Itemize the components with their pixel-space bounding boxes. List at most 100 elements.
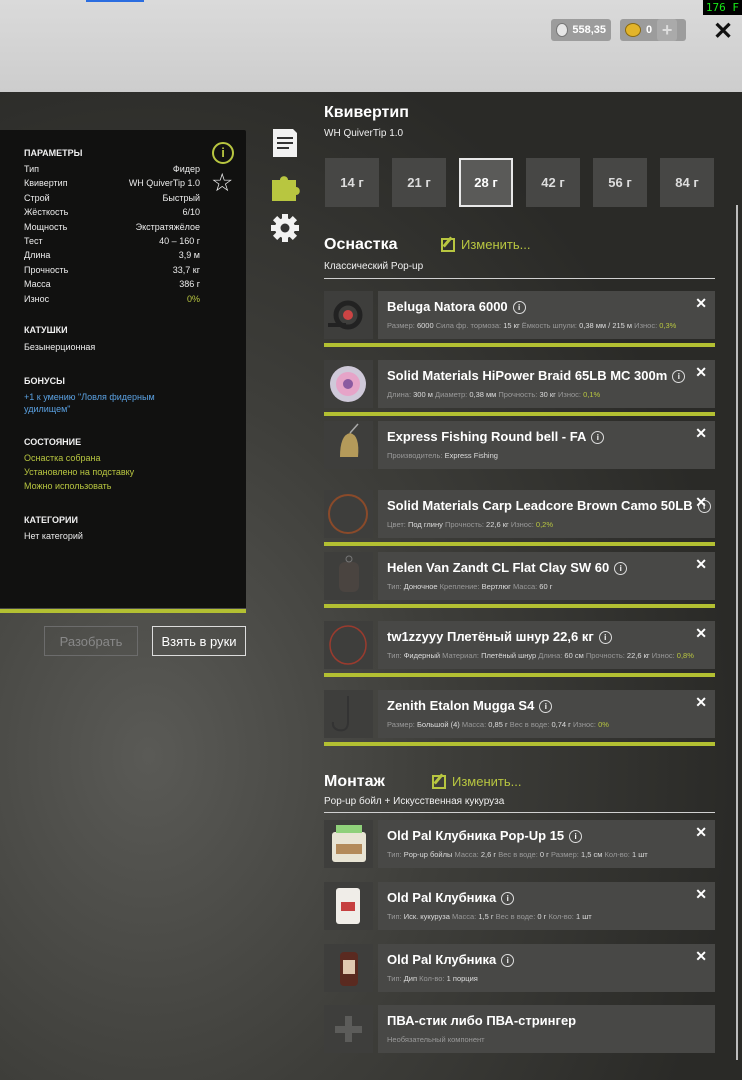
item-body: Helen Van Zandt CL Flat Clay SW 60 i Тип: … (378, 552, 715, 600)
favorite-star-icon[interactable]: ☆ (211, 171, 233, 196)
item-name: Solid Materials HiPower Braid 65LB MC 30… (387, 368, 686, 383)
item-name: Old Pal Клубника i (387, 890, 515, 905)
param-row: Жёсткость 6/10 (24, 207, 200, 217)
prop-key: Сила фр. тормоза: (435, 321, 502, 330)
remove-item-icon[interactable]: ✕ (695, 494, 707, 511)
tackle-item[interactable]: Express Fishing Round bell - FA i Производ… (324, 421, 715, 469)
item-thumbnail (324, 360, 373, 408)
item-name-text: Old Pal Клубника (387, 952, 497, 967)
prop-value: 0 г (537, 912, 547, 921)
tackle-item[interactable]: Solid Materials Carp Leadcore Brown Camo… (324, 490, 715, 546)
quiver-weight-option[interactable]: 21 г (392, 158, 446, 207)
item-body: Zenith Etalon Mugga S4 i Размер: Большой (… (378, 690, 715, 738)
item-name: Beluga Natora 6000 i (387, 299, 526, 314)
item-condition-bar (324, 673, 715, 677)
puzzle-icon[interactable] (270, 171, 300, 201)
disassemble-button[interactable]: Разобрать (44, 626, 138, 656)
tackle-item[interactable]: Solid Materials HiPower Braid 65LB MC 30… (324, 360, 715, 416)
remove-item-icon[interactable]: ✕ (695, 425, 707, 442)
tackle-item[interactable]: Helen Van Zandt CL Flat Clay SW 60 i Тип: … (324, 552, 715, 608)
prop-value: 1 шт (575, 912, 592, 921)
info-icon[interactable]: i (591, 431, 605, 444)
prop-key: Прочность: (444, 520, 484, 529)
document-icon[interactable] (270, 128, 300, 158)
tackle-item[interactable]: Old Pal Клубника i Тип: Иск. кукуруза Масс… (324, 882, 715, 930)
rig-title: Оснастка (324, 236, 398, 253)
info-icon[interactable]: i (614, 562, 628, 575)
item-name-text: Beluga Natora 6000 (387, 299, 508, 314)
prop-key: Размер: (387, 720, 415, 729)
quiver-weight-option[interactable]: 84 г (660, 158, 714, 207)
param-value: WH QuiverTip 1.0 (128, 178, 200, 189)
prop-key: Размер: (551, 850, 579, 859)
quiver-weight-option[interactable]: 14 г (325, 158, 379, 207)
tackle-item[interactable]: Old Pal Клубника i Тип: Дип Кол-во: 1 порц… (324, 944, 715, 992)
remove-item-icon[interactable]: ✕ (695, 694, 707, 711)
prop-value: 2,6 г (480, 850, 497, 859)
remove-item-icon[interactable]: ✕ (695, 948, 707, 965)
rig-edit-button[interactable]: Изменить... (441, 237, 530, 252)
remove-item-icon[interactable]: ✕ (695, 886, 707, 903)
info-icon[interactable]: i (512, 301, 526, 314)
param-key: Тип (24, 164, 40, 174)
prop-value: 1,5 г (478, 912, 494, 921)
reels-value: Безынерционная (24, 342, 200, 352)
close-icon[interactable]: ✕ (713, 17, 733, 46)
quiver-weight-option[interactable]: 28 г (459, 158, 513, 207)
state-text-3: Можно использовать (24, 481, 112, 491)
param-value: 386 г (179, 279, 200, 290)
gold-coin-icon (625, 23, 641, 37)
quiver-weight-option[interactable]: 42 г (526, 158, 580, 207)
pva-slot[interactable]: ПВА-стик либо ПВА-стрингер Необязательны… (324, 1005, 715, 1053)
scrollbar[interactable] (736, 205, 738, 1060)
prop-key: Масса: (454, 850, 479, 859)
info-icon[interactable]: i (501, 892, 515, 905)
item-properties: Тип: Доночное Крепление: Вертлюг Масса: … (387, 582, 552, 591)
rod-card-accent (0, 609, 246, 613)
remove-item-icon[interactable]: ✕ (695, 625, 707, 642)
info-icon[interactable]: i (672, 370, 686, 383)
param-key: Строй (24, 192, 50, 203)
prop-value: Плетёный шнур (481, 651, 537, 660)
item-condition-bar (324, 412, 715, 416)
info-icon[interactable]: i (212, 142, 234, 164)
item-name: Old Pal Клубника i (387, 952, 515, 967)
gear-icon[interactable] (270, 213, 300, 243)
remove-item-icon[interactable]: ✕ (695, 556, 707, 573)
mount-edit-label: Изменить... (452, 774, 522, 789)
categories-title: КАТЕГОРИИ (24, 515, 78, 525)
prop-key: Ёмкость шпули: (521, 321, 577, 330)
item-properties: Тип: Pop-up бойлы Масса: 2,6 г Вес в вод… (387, 850, 648, 859)
add-gold-button[interactable]: + (657, 19, 678, 41)
remove-item-icon[interactable]: ✕ (695, 824, 707, 841)
prop-value: Большой (4) (416, 720, 460, 729)
info-icon[interactable]: i (501, 954, 515, 967)
item-body: Solid Materials HiPower Braid 65LB MC 30… (378, 360, 715, 408)
item-name-text: Old Pal Клубника (387, 890, 497, 905)
prop-key: Материал: (442, 651, 479, 660)
info-icon[interactable]: i (539, 700, 553, 713)
prop-value: 0,3% (659, 321, 677, 330)
item-name-text: Solid Materials HiPower Braid 65LB MC 30… (387, 368, 668, 383)
item-thumbnail (324, 490, 373, 538)
tackle-item[interactable]: Beluga Natora 6000 i Размер: 6000 Сила фр.… (324, 291, 715, 347)
tackle-item[interactable]: Zenith Etalon Mugga S4 i Размер: Большой (… (324, 690, 715, 746)
item-condition-bar (324, 343, 715, 347)
take-in-hands-button[interactable]: Взять в руки (152, 626, 246, 656)
remove-item-icon[interactable]: ✕ (695, 295, 707, 312)
remove-item-icon[interactable]: ✕ (695, 364, 707, 381)
info-icon[interactable]: i (598, 631, 612, 644)
quiver-weight-option[interactable]: 56 г (593, 158, 647, 207)
item-thumbnail (324, 291, 373, 339)
mount-edit-button[interactable]: Изменить... (432, 774, 521, 789)
categories-value: Нет категорий (24, 531, 200, 541)
prop-value: 0,8% (676, 651, 694, 660)
prop-key: Цвет: (387, 520, 406, 529)
info-icon[interactable]: i (569, 830, 583, 843)
prop-key: Износ: (634, 321, 658, 330)
item-properties: Тип: Иск. кукуруза Масса: 1,5 г Вес в во… (387, 912, 592, 921)
tackle-item[interactable]: Old Pal Клубника Pop-Up 15 i Тип: Pop-up б… (324, 820, 715, 868)
tackle-item[interactable]: tw1zzyyy Плетёный шнур 22,6 кг i Тип: Фиде… (324, 621, 715, 677)
param-row: Масса 386 г (24, 279, 200, 289)
item-properties: Цвет: Под глину Прочность: 22,6 кг Износ… (387, 520, 553, 529)
